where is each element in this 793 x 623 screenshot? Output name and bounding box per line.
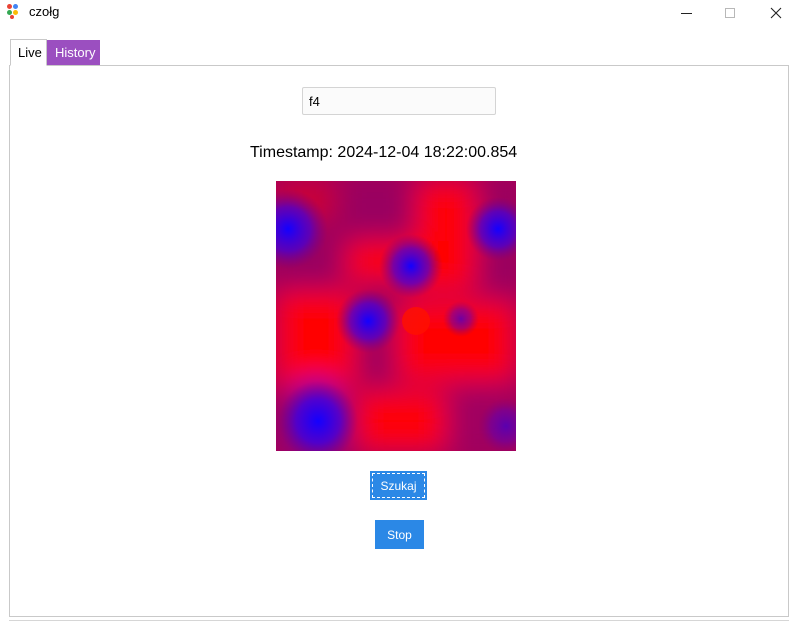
title-bar[interactable]: czołg <box>0 0 793 30</box>
search-input[interactable] <box>302 87 496 115</box>
search-button[interactable]: Szukaj <box>370 471 427 500</box>
tab-history[interactable]: History <box>47 40 100 65</box>
search-button-label: Szukaj <box>380 478 417 493</box>
stop-button[interactable]: Stop <box>375 520 424 549</box>
tab-live[interactable]: Live <box>10 39 47 66</box>
maximize-button[interactable] <box>707 0 753 26</box>
maximize-icon <box>725 8 735 18</box>
heatmap-image <box>276 181 516 451</box>
app-dots-icon <box>7 4 23 20</box>
window-title: czołg <box>29 4 60 19</box>
app-window: czołg Live History Timestamp: 2024-12-04… <box>0 0 793 623</box>
stop-button-label: Stop <box>387 527 412 542</box>
minimize-button[interactable] <box>663 0 709 26</box>
bottom-divider <box>9 620 789 621</box>
close-icon <box>770 7 782 19</box>
minimize-icon <box>680 12 692 14</box>
close-button[interactable] <box>753 0 793 26</box>
heatmap-graphic <box>276 181 516 451</box>
timestamp-label: Timestamp: 2024-12-04 18:22:00.854 <box>250 144 518 161</box>
